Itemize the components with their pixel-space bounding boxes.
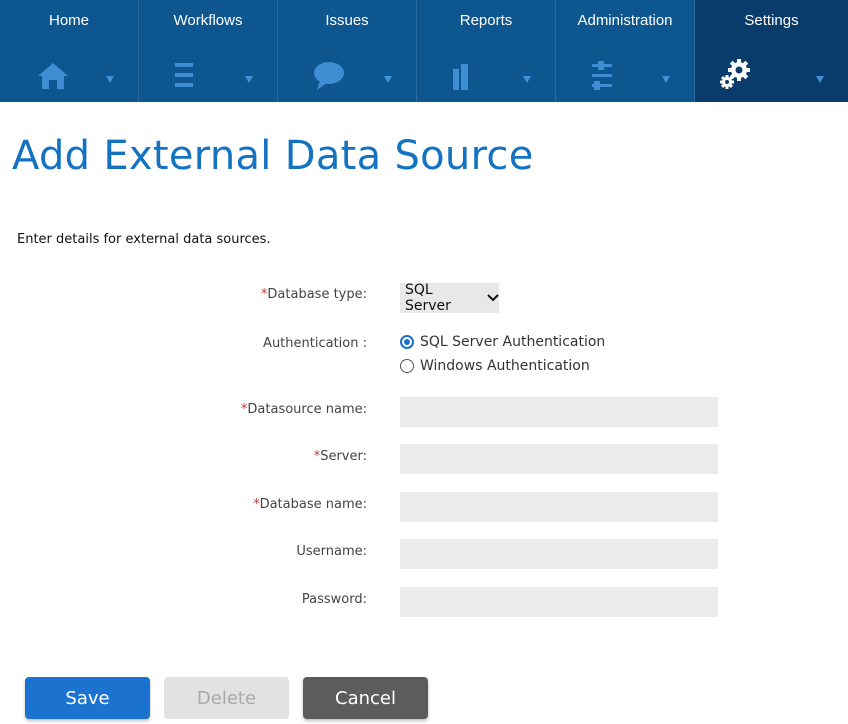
chevron-down-icon bbox=[106, 76, 114, 83]
chevron-down-icon bbox=[384, 76, 392, 83]
home-icon bbox=[38, 63, 68, 89]
auth-option-sql-server[interactable]: SQL Server Authentication bbox=[400, 334, 605, 350]
chevron-down-icon bbox=[662, 76, 670, 83]
page-title: Add External Data Source bbox=[12, 133, 534, 179]
authentication-label: Authentication : bbox=[263, 336, 367, 351]
username-label: Username: bbox=[296, 544, 367, 559]
database-type-value: SQL Server bbox=[405, 282, 451, 314]
database-name-field[interactable] bbox=[400, 492, 718, 522]
numbered-list-icon: 1 2 3 bbox=[175, 63, 193, 87]
nav-item-workflows[interactable]: Workflows 1 2 3 bbox=[139, 0, 278, 102]
bar-chart-icon bbox=[453, 64, 468, 90]
radio-unchecked[interactable] bbox=[400, 359, 414, 373]
page-intro: Enter details for external data sources. bbox=[17, 232, 271, 247]
nav-item-administration[interactable]: Administration bbox=[556, 0, 695, 102]
nav-item-settings[interactable]: Settings bbox=[695, 0, 848, 102]
speech-bubble-icon bbox=[314, 62, 344, 90]
cancel-button[interactable]: Cancel bbox=[303, 677, 428, 719]
auth-option-label: Windows Authentication bbox=[420, 358, 590, 374]
datasource-name-label: *Datasource name: bbox=[240, 402, 367, 417]
nav-item-label: Settings bbox=[744, 12, 799, 29]
chevron-down-icon bbox=[523, 76, 531, 83]
nav-item-issues[interactable]: Issues bbox=[278, 0, 417, 102]
chevron-down-icon bbox=[487, 294, 499, 302]
main-navigation: Home Workflows 1 2 3 Issues Reports bbox=[0, 0, 848, 102]
database-name-label: *Database name: bbox=[253, 497, 367, 512]
username-field[interactable] bbox=[400, 539, 718, 569]
save-button[interactable]: Save bbox=[25, 677, 150, 719]
auth-option-label: SQL Server Authentication bbox=[420, 334, 606, 350]
password-field[interactable] bbox=[400, 587, 718, 617]
nav-item-reports[interactable]: Reports bbox=[417, 0, 556, 102]
server-field[interactable] bbox=[400, 444, 718, 474]
gears-icon bbox=[720, 59, 750, 89]
database-type-select[interactable]: SQL Server bbox=[400, 282, 499, 314]
database-type-label: *Database type: bbox=[260, 287, 367, 302]
password-label: Password: bbox=[301, 592, 367, 607]
sliders-icon bbox=[592, 61, 612, 90]
nav-item-label: Issues bbox=[325, 12, 369, 29]
auth-option-windows[interactable]: Windows Authentication bbox=[400, 358, 590, 374]
nav-item-label: Reports bbox=[459, 12, 513, 29]
nav-item-home[interactable]: Home bbox=[0, 0, 139, 102]
server-label: *Server: bbox=[313, 449, 367, 464]
radio-checked[interactable] bbox=[400, 335, 414, 349]
delete-button[interactable]: Delete bbox=[164, 677, 289, 719]
datasource-name-field[interactable] bbox=[400, 397, 718, 427]
nav-item-label: Administration bbox=[577, 12, 673, 29]
nav-item-label: Workflows bbox=[173, 12, 243, 29]
nav-item-label: Home bbox=[48, 12, 89, 29]
chevron-down-icon bbox=[816, 76, 824, 83]
chevron-down-icon bbox=[245, 76, 253, 83]
